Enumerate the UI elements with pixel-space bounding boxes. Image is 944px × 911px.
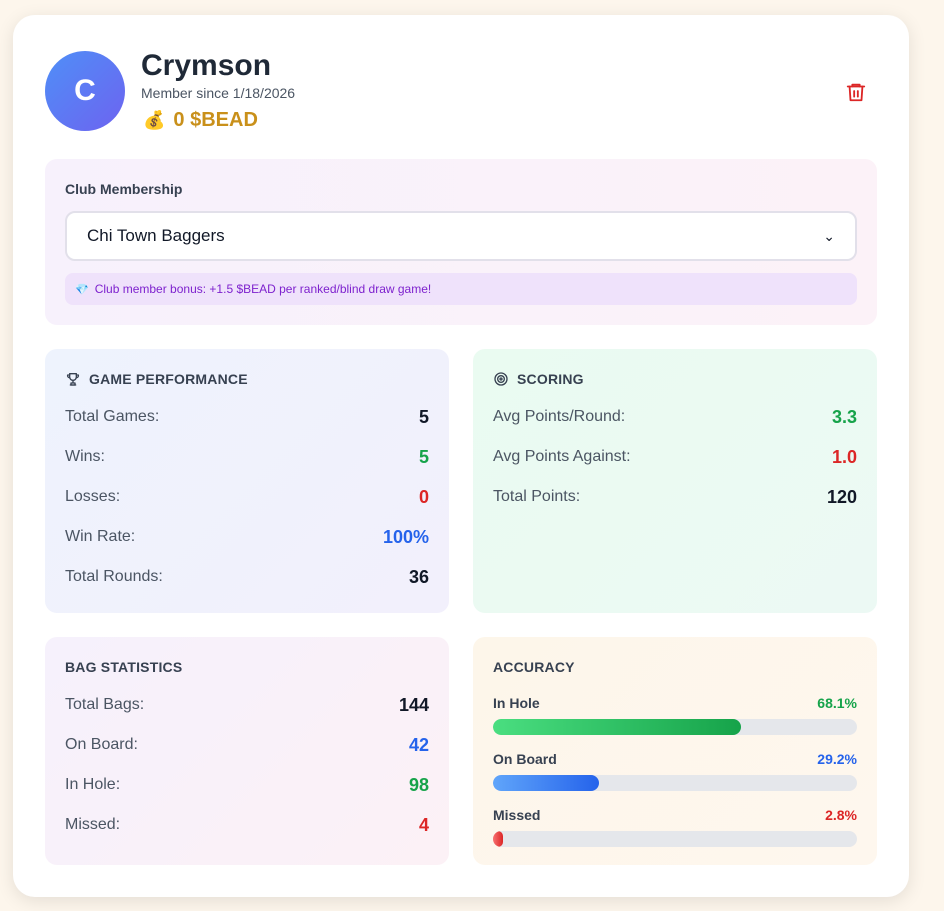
delete-button[interactable] (845, 79, 867, 105)
stat-row-losses: Losses: 0 (65, 485, 429, 509)
stat-label: Avg Points Against: (493, 448, 631, 465)
accuracy-title: ACCURACY (493, 659, 575, 675)
club-bonus-text: Club member bonus: +1.5 $BEAD per ranked… (94, 282, 432, 296)
stat-value: 120 (826, 486, 857, 507)
stat-value: 0 (418, 486, 429, 507)
stat-row-in-hole: In Hole: 98 (65, 773, 429, 797)
scoring-title-text: SCORING (517, 371, 584, 387)
stat-label: Total Points: (493, 488, 581, 505)
accuracy-label: Missed (493, 807, 541, 823)
stat-label: Avg Points/Round: (493, 408, 626, 425)
stat-row-avg-points-against: Avg Points Against: 1.0 (493, 445, 857, 469)
stat-row-avg-points-round: Avg Points/Round: 3.3 (493, 405, 857, 429)
profile-card: C Crymson Member since 1/18/2026 💰 0 $BE… (13, 15, 909, 897)
trash-icon (846, 83, 866, 102)
club-membership-section: Club Membership Chi Town Baggers ⌄ 💎 Clu… (45, 159, 877, 325)
profile-header: C Crymson Member since 1/18/2026 💰 0 $BE… (45, 49, 877, 135)
stat-row-total-games: Total Games: 5 (65, 405, 429, 429)
bag-statistics-title: BAG STATISTICS (65, 659, 183, 675)
stat-label: Total Rounds: (65, 568, 163, 585)
bead-balance: 💰 0 $BEAD (143, 109, 258, 132)
stat-row-total-points: Total Points: 120 (493, 485, 857, 509)
accuracy-row-missed: Missed 2.8% (493, 807, 857, 851)
stat-value: 5 (418, 446, 429, 467)
money-bag-icon: 💰 (143, 110, 166, 130)
stat-row-total-bags: Total Bags: 144 (65, 693, 429, 717)
stat-value: 36 (408, 566, 429, 587)
avatar: C (45, 51, 125, 131)
stat-value: 1.0 (831, 446, 857, 467)
chevron-down-icon: ⌄ (823, 227, 835, 244)
stat-value: 144 (398, 694, 429, 715)
stat-label: Win Rate: (65, 528, 136, 545)
scoring-panel: SCORING Avg Points/Round: 3.3 Avg Points… (473, 349, 877, 613)
stat-value: 100% (382, 526, 429, 547)
stat-row-missed: Missed: 4 (65, 813, 429, 837)
accuracy-percent: 68.1% (817, 695, 857, 711)
trophy-icon (66, 373, 80, 386)
accuracy-row-in-hole: In Hole 68.1% (493, 695, 857, 739)
accuracy-row-on-board: On Board 29.2% (493, 751, 857, 795)
stat-value: 98 (408, 774, 429, 795)
stat-value: 5 (418, 406, 429, 427)
member-since: Member since 1/18/2026 (141, 85, 296, 101)
accuracy-label: On Board (493, 751, 557, 767)
club-membership-label: Club Membership (65, 181, 183, 197)
gem-icon: 💎 (75, 283, 89, 296)
stat-label: Wins: (65, 448, 105, 465)
progress-fill (493, 719, 741, 735)
accuracy-percent: 29.2% (817, 751, 857, 767)
club-select[interactable]: Chi Town Baggers ⌄ (65, 211, 857, 261)
stat-label: Missed: (65, 816, 121, 833)
stat-label: In Hole: (65, 776, 121, 793)
stat-value: 4 (418, 814, 429, 835)
stat-label: Total Games: (65, 408, 160, 425)
scoring-title: SCORING (493, 371, 584, 387)
accuracy-panel: ACCURACY In Hole 68.1% On Board 29.2% Mi… (473, 637, 877, 865)
stat-row-on-board: On Board: 42 (65, 733, 429, 757)
progress-track (493, 775, 857, 791)
club-bonus-note: 💎 Club member bonus: +1.5 $BEAD per rank… (65, 273, 857, 305)
progress-track (493, 831, 857, 847)
stat-row-wins: Wins: 5 (65, 445, 429, 469)
game-performance-title: GAME PERFORMANCE (65, 371, 248, 387)
progress-fill (493, 831, 504, 847)
progress-fill (493, 775, 600, 791)
accuracy-percent: 2.8% (825, 807, 857, 823)
stat-label: Total Bags: (65, 696, 145, 713)
stat-row-win-rate: Win Rate: 100% (65, 525, 429, 549)
player-name: Crymson (141, 49, 272, 82)
club-select-value: Chi Town Baggers (87, 226, 225, 245)
progress-track (493, 719, 857, 735)
stat-label: On Board: (65, 736, 138, 753)
stat-value: 42 (408, 734, 429, 755)
stat-label: Losses: (65, 488, 121, 505)
stat-row-total-rounds: Total Rounds: 36 (65, 565, 429, 589)
stat-value: 3.3 (831, 406, 857, 427)
accuracy-label: In Hole (493, 695, 540, 711)
game-performance-panel: GAME PERFORMANCE Total Games: 5 Wins: 5 … (45, 349, 449, 613)
bead-balance-value: 0 $BEAD (173, 109, 258, 131)
bag-statistics-panel: BAG STATISTICS Total Bags: 144 On Board:… (45, 637, 449, 865)
target-icon (494, 372, 508, 386)
game-performance-title-text: GAME PERFORMANCE (89, 371, 248, 387)
